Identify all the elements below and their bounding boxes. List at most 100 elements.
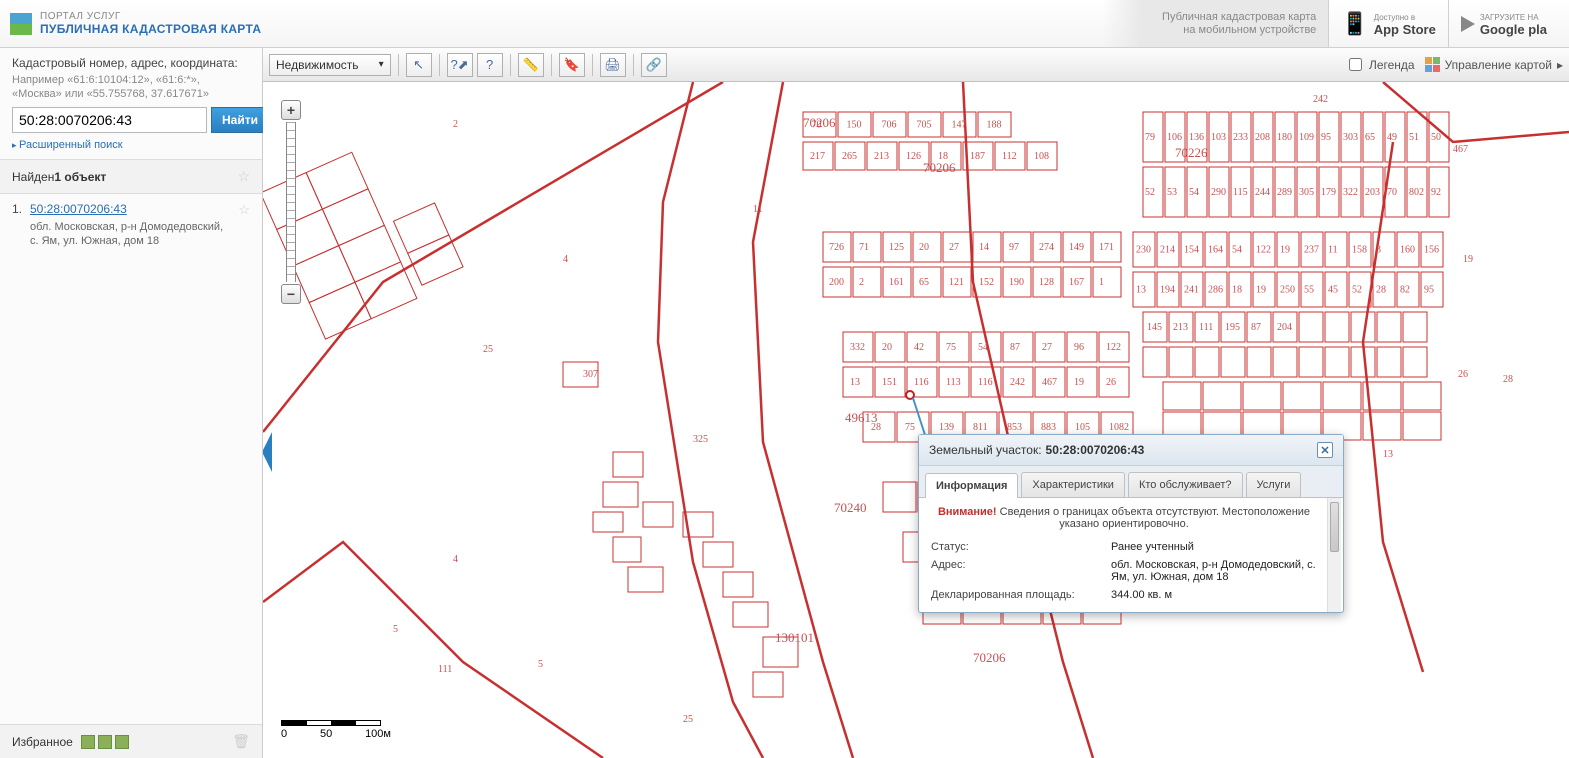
popup-tabs: Информация Характеристики Кто обслуживае…	[919, 466, 1343, 498]
svg-text:4: 4	[453, 554, 458, 565]
svg-text:164: 164	[1208, 245, 1223, 256]
tab-services[interactable]: Услуги	[1246, 472, 1302, 497]
svg-text:195: 195	[1225, 322, 1240, 333]
print-button[interactable]: 🖨	[600, 53, 626, 77]
export-icons[interactable]	[81, 735, 129, 749]
find-button[interactable]: Найти	[211, 107, 269, 133]
app-header: ПОРТАЛ УСЛУГ ПУБЛИЧНАЯ КАДАСТРОВАЯ КАРТА…	[0, 0, 1569, 48]
svg-text:706: 706	[882, 120, 897, 131]
map-canvas[interactable]: 70206 70206 70226 49613 70240 130101 702…	[263, 82, 1569, 758]
svg-text:49: 49	[1387, 132, 1397, 143]
svg-text:13: 13	[1383, 449, 1393, 460]
svg-text:54: 54	[1232, 245, 1242, 256]
cadastral-map: 70206 70206 70226 49613 70240 130101 702…	[263, 82, 1569, 758]
svg-text:136: 136	[1189, 132, 1204, 143]
svg-text:332: 332	[850, 342, 865, 353]
svg-text:105: 105	[1075, 422, 1090, 433]
svg-text:54: 54	[978, 342, 988, 353]
svg-text:65: 65	[1365, 132, 1375, 143]
svg-text:108: 108	[1034, 151, 1049, 162]
scrollbar[interactable]	[1327, 498, 1341, 612]
googleplay-badge[interactable]: ЗАГРУЗИТЕ НАGoogle pla	[1448, 0, 1559, 47]
search-input[interactable]	[12, 107, 207, 133]
svg-text:25: 25	[483, 344, 493, 355]
svg-text:19: 19	[1256, 285, 1266, 296]
appstore-badge[interactable]: 📱 Доступно вApp Store	[1328, 0, 1448, 47]
svg-text:26: 26	[1106, 377, 1116, 388]
svg-text:179: 179	[1321, 187, 1336, 198]
svg-text:811: 811	[973, 422, 988, 433]
layer-select[interactable]: Недвижимость	[269, 54, 391, 76]
svg-text:122: 122	[1256, 245, 1271, 256]
warning-text: Внимание! Сведения о границах объекта от…	[931, 506, 1331, 530]
zoom-in-button[interactable]: +	[281, 100, 301, 120]
search-label: Кадастровый номер, адрес, координата:	[12, 56, 250, 70]
svg-text:217: 217	[810, 151, 825, 162]
favorites-label: Избранное	[12, 735, 73, 749]
help-button[interactable]: ?	[477, 53, 503, 77]
advanced-search-link[interactable]: Расширенный поиск	[12, 139, 123, 151]
svg-text:103: 103	[1211, 132, 1226, 143]
svg-text:171: 171	[1099, 242, 1114, 253]
delete-icon[interactable]: 🗑	[232, 733, 250, 750]
svg-text:70226: 70226	[1175, 145, 1208, 160]
svg-text:14: 14	[979, 242, 989, 253]
map-management-button[interactable]: Управление картой ▸	[1425, 57, 1563, 72]
svg-text:95: 95	[1424, 285, 1434, 296]
result-item[interactable]: 1. 50:28:0070206:43 обл. Московская, р-н…	[0, 194, 262, 256]
svg-text:233: 233	[1233, 132, 1248, 143]
svg-text:149: 149	[1069, 242, 1084, 253]
close-icon[interactable]: ✕	[1317, 442, 1333, 458]
link-button[interactable]: 🔗	[641, 53, 667, 77]
svg-text:190: 190	[1009, 277, 1024, 288]
measure-button[interactable]: 📏	[518, 53, 544, 77]
zoom-slider[interactable]	[286, 122, 296, 282]
svg-text:151: 151	[882, 377, 897, 388]
tab-info[interactable]: Информация	[925, 473, 1018, 498]
apple-icon: 📱	[1341, 11, 1368, 37]
svg-text:467: 467	[1453, 144, 1468, 155]
legend-checkbox[interactable]: Легенда	[1345, 55, 1415, 74]
star-icon[interactable]: ☆	[238, 202, 250, 248]
svg-text:139: 139	[939, 422, 954, 433]
bookmark-button[interactable]: 🔖	[559, 53, 585, 77]
svg-text:11: 11	[753, 204, 763, 215]
result-link[interactable]: 50:28:0070206:43	[30, 202, 127, 216]
svg-text:158: 158	[1352, 245, 1367, 256]
svg-text:152: 152	[979, 277, 994, 288]
svg-text:79: 79	[1145, 132, 1155, 143]
svg-text:200: 200	[829, 277, 844, 288]
svg-text:194: 194	[1160, 285, 1175, 296]
svg-text:111: 111	[1199, 322, 1213, 333]
svg-text:52: 52	[1145, 187, 1155, 198]
zoom-out-button[interactable]: −	[281, 284, 301, 304]
map-toolbar: Недвижимость ↖ ?⬈ ? 📏 🔖 🖨 🔗 Легенда Упра…	[263, 48, 1569, 82]
results-header: Найден 1 объект ☆	[0, 160, 262, 194]
svg-text:20: 20	[919, 242, 929, 253]
identify-button[interactable]: ?⬈	[447, 53, 473, 77]
svg-text:156: 156	[1424, 245, 1439, 256]
popup-header[interactable]: Земельный участок: 50:28:0070206:43 ✕	[919, 435, 1343, 466]
map-area[interactable]: Недвижимость ↖ ?⬈ ? 📏 🔖 🖨 🔗 Легенда Упра…	[263, 48, 1569, 758]
svg-text:705: 705	[917, 120, 932, 131]
svg-text:71: 71	[859, 242, 869, 253]
svg-text:111: 111	[438, 664, 452, 675]
svg-text:75: 75	[905, 422, 915, 433]
tab-service[interactable]: Кто обслуживает?	[1128, 472, 1243, 497]
svg-text:214: 214	[1160, 245, 1175, 256]
svg-text:160: 160	[1400, 245, 1415, 256]
svg-text:467: 467	[1042, 377, 1057, 388]
info-popup: Земельный участок: 50:28:0070206:43 ✕ Ин…	[918, 434, 1344, 613]
info-row: Декларированная площадь:344.00 кв. м	[931, 586, 1331, 604]
svg-text:18: 18	[1232, 285, 1242, 296]
svg-text:147: 147	[952, 120, 967, 131]
svg-text:322: 322	[1343, 187, 1358, 198]
svg-text:20: 20	[882, 342, 892, 353]
svg-text:325: 325	[693, 434, 708, 445]
pointer-tool-button[interactable]: ↖	[406, 53, 432, 77]
svg-text:180: 180	[1277, 132, 1292, 143]
svg-text:70240: 70240	[834, 500, 867, 515]
tab-characteristics[interactable]: Характеристики	[1021, 472, 1125, 497]
svg-text:54: 54	[1189, 187, 1199, 198]
star-icon[interactable]: ☆	[237, 168, 250, 185]
